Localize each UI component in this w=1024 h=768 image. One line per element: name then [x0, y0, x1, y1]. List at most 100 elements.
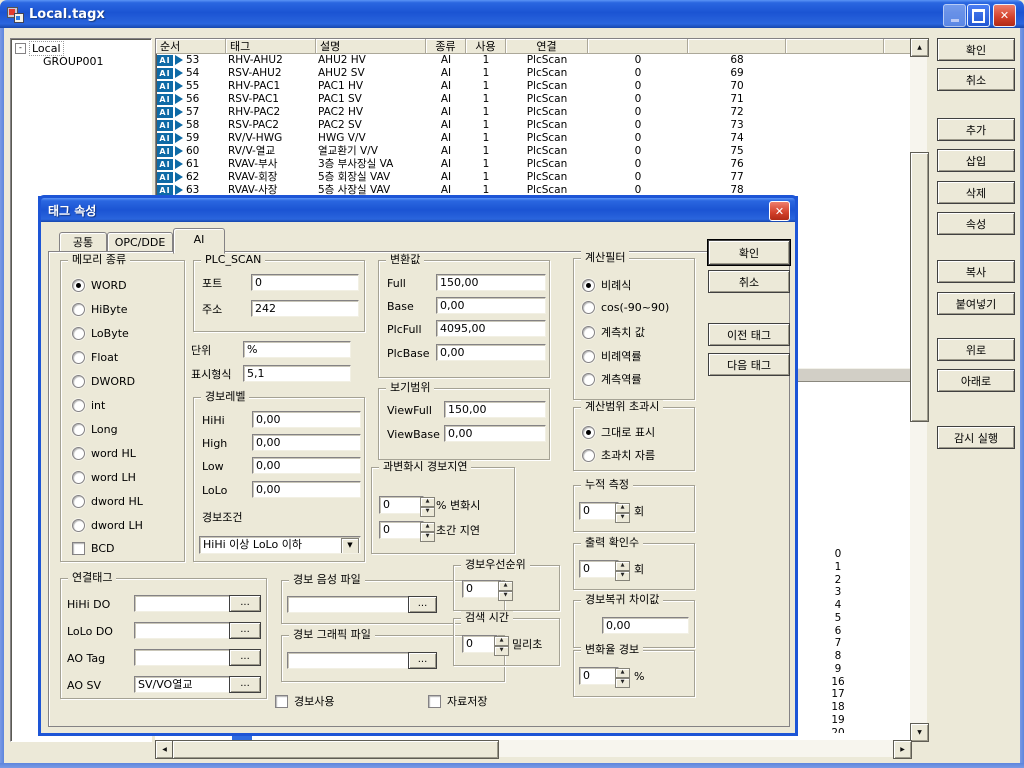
- delete-button[interactable]: 삭제: [937, 181, 1015, 204]
- radio-measure-inverse[interactable]: 계측역률: [582, 371, 641, 387]
- spin-down-button[interactable]: ▼: [420, 532, 435, 542]
- column-header-tag[interactable]: 태그: [226, 39, 316, 54]
- radio-cos[interactable]: cos(-90~90): [582, 301, 669, 314]
- radio-hibyte[interactable]: HiByte: [72, 303, 127, 316]
- radio-dword-hl[interactable]: dword HL: [72, 495, 143, 508]
- alarm-graphic-field[interactable]: [287, 652, 410, 669]
- spin-down-button[interactable]: ▼: [420, 507, 435, 517]
- port-field[interactable]: 0: [251, 274, 359, 291]
- alarm-sound-browse-button[interactable]: ...: [408, 596, 437, 613]
- ao-sv-browse-button[interactable]: ...: [229, 676, 261, 693]
- spin-down-button[interactable]: ▼: [498, 591, 513, 601]
- radio-word[interactable]: WORD: [72, 279, 127, 292]
- checkbox-bcd[interactable]: BCD: [72, 542, 115, 555]
- sec-delay-field[interactable]: 0: [379, 521, 424, 539]
- address-field[interactable]: 242: [251, 300, 359, 317]
- lolo-do-field[interactable]: [134, 622, 232, 639]
- tree-node-group001[interactable]: GROUP001: [43, 55, 104, 68]
- pct-change-field[interactable]: 0: [379, 496, 424, 514]
- table-row[interactable]: AI 59 RV/V-HWG HWG V/V AI 1 PlcScan 0 74: [156, 132, 911, 145]
- hihi-field[interactable]: 0,00: [252, 411, 361, 428]
- lolo-field[interactable]: 0,00: [252, 481, 361, 498]
- scan-time-spinner[interactable]: 0 ▲ ▼: [462, 635, 508, 653]
- copy-button[interactable]: 복사: [937, 260, 1015, 283]
- radio-show-as-is[interactable]: 그대로 표시: [582, 424, 655, 440]
- alarm-sound-field[interactable]: [287, 596, 410, 613]
- close-button[interactable]: ✕: [993, 4, 1016, 27]
- radio-int[interactable]: int: [72, 399, 105, 412]
- dialog-close-button[interactable]: ✕: [769, 201, 790, 221]
- spin-up-button[interactable]: ▲: [615, 561, 630, 571]
- alarm-graphic-browse-button[interactable]: ...: [408, 652, 437, 669]
- spin-up-button[interactable]: ▲: [615, 503, 630, 513]
- column-header-use[interactable]: 사용: [466, 39, 506, 54]
- column-header-blank2[interactable]: [688, 39, 786, 54]
- add-button[interactable]: 추가: [937, 118, 1015, 141]
- table-row[interactable]: AI 55 RHV-PAC1 PAC1 HV AI 1 PlcScan 0 70: [156, 80, 911, 93]
- alarm-priority-spinner[interactable]: 0 ▲ ▼: [462, 580, 512, 598]
- plcfull-field[interactable]: 4095,00: [436, 320, 546, 337]
- ao-tag-browse-button[interactable]: ...: [229, 649, 261, 666]
- spin-down-button[interactable]: ▼: [494, 646, 509, 656]
- sec-delay-spinner[interactable]: 0 ▲ ▼: [379, 521, 434, 539]
- table-row[interactable]: AI 58 RSV-PAC2 PAC2 SV AI 1 PlcScan 0 73: [156, 119, 911, 132]
- hscroll-thumb[interactable]: [172, 740, 499, 759]
- base-field[interactable]: 0,00: [436, 297, 546, 314]
- table-row[interactable]: AI 62 RVAV-회장 5층 회장실 VAV AI 1 PlcScan 0 …: [156, 171, 911, 184]
- spin-up-button[interactable]: ▲: [615, 668, 630, 678]
- next-tag-button[interactable]: 다음 태그: [708, 353, 790, 376]
- title-bar[interactable]: Local.tagx ✕: [0, 0, 1024, 28]
- unit-field[interactable]: %: [243, 341, 351, 358]
- scroll-down-button[interactable]: ▼: [910, 723, 929, 742]
- radio-lobyte[interactable]: LoByte: [72, 327, 129, 340]
- alarm-priority-field[interactable]: 0: [462, 580, 502, 598]
- table-row[interactable]: AI 60 RV/V-열교 열교환기 V/V AI 1 PlcScan 0 75: [156, 145, 911, 158]
- move-down-button[interactable]: 아래로: [937, 369, 1015, 392]
- radio-word-hl[interactable]: word HL: [72, 447, 136, 460]
- dialog-title-bar[interactable]: 태그 속성 ✕: [38, 195, 798, 222]
- accum-spinner[interactable]: 0 ▲ ▼: [579, 502, 629, 520]
- table-row[interactable]: AI 56 RSV-PAC1 PAC1 SV AI 1 PlcScan 0 71: [156, 93, 911, 106]
- out-check-spinner[interactable]: 0 ▲ ▼: [579, 560, 629, 578]
- column-header-blank4[interactable]: [884, 39, 911, 54]
- dialog-ok-button[interactable]: 확인: [708, 240, 790, 265]
- column-header-blank1[interactable]: [588, 39, 688, 54]
- cancel-button[interactable]: 취소: [937, 68, 1015, 91]
- pct-change-spinner[interactable]: 0 ▲ ▼: [379, 496, 434, 514]
- checkbox-data-save[interactable]: 자료저장: [428, 693, 487, 709]
- tab-common[interactable]: 공통: [59, 232, 107, 252]
- radio-measured-value[interactable]: 계측치 값: [582, 324, 645, 340]
- scroll-up-button[interactable]: ▲: [910, 38, 929, 57]
- rate-alarm-field[interactable]: 0: [579, 667, 619, 685]
- column-header-conn[interactable]: 연결: [506, 39, 588, 54]
- radio-word-lh[interactable]: word LH: [72, 471, 136, 484]
- column-header-type[interactable]: 종류: [426, 39, 466, 54]
- table-row[interactable]: AI 61 RVAV-부사 3층 부사장실 VA AI 1 PlcScan 0 …: [156, 158, 911, 171]
- radio-dword-lh[interactable]: dword LH: [72, 519, 143, 532]
- dialog-cancel-button[interactable]: 취소: [708, 270, 790, 293]
- lolo-do-browse-button[interactable]: ...: [229, 622, 261, 639]
- ok-button[interactable]: 확인: [937, 38, 1015, 61]
- radio-dword[interactable]: DWORD: [72, 375, 135, 388]
- format-field[interactable]: 5,1: [243, 365, 351, 382]
- scroll-right-button[interactable]: ▶: [893, 740, 912, 759]
- spin-up-button[interactable]: ▲: [498, 581, 513, 591]
- accum-field[interactable]: 0: [579, 502, 619, 520]
- tab-opcdde[interactable]: OPC/DDE: [107, 232, 173, 252]
- spin-down-button[interactable]: ▼: [615, 513, 630, 523]
- full-field[interactable]: 150,00: [436, 274, 546, 291]
- column-header-no[interactable]: 순서: [156, 39, 226, 54]
- watch-run-button[interactable]: 감시 실행: [937, 426, 1015, 449]
- minimize-button[interactable]: [943, 4, 966, 27]
- table-row[interactable]: AI 53 RHV-AHU2 AHU2 HV AI 1 PlcScan 0 68: [156, 54, 911, 67]
- out-check-field[interactable]: 0: [579, 560, 619, 578]
- scan-time-field[interactable]: 0: [462, 635, 498, 653]
- column-header-desc[interactable]: 설명: [316, 39, 426, 54]
- hihi-do-browse-button[interactable]: ...: [229, 595, 261, 612]
- radio-float[interactable]: Float: [72, 351, 118, 364]
- table-row[interactable]: AI 54 RSV-AHU2 AHU2 SV AI 1 PlcScan 0 69: [156, 67, 911, 80]
- spin-up-button[interactable]: ▲: [420, 497, 435, 507]
- hihi-do-field[interactable]: [134, 595, 232, 612]
- table-row[interactable]: AI 57 RHV-PAC2 PAC2 HV AI 1 PlcScan 0 72: [156, 106, 911, 119]
- radio-prop-inverse[interactable]: 비례역률: [582, 348, 641, 364]
